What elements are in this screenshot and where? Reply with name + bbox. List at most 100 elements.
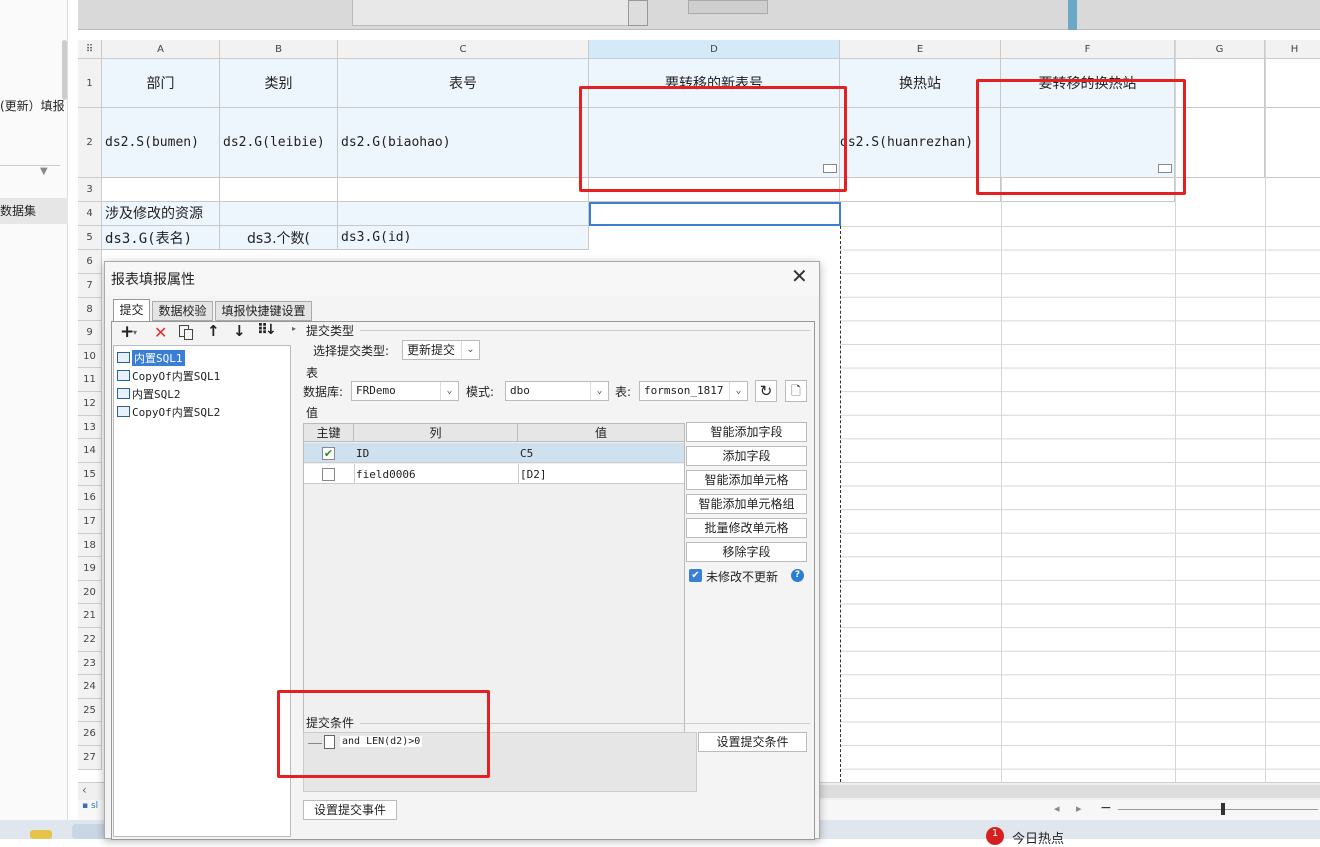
schema-select[interactable]: dbo ⌄	[505, 381, 609, 401]
chevron-down-icon[interactable]: ▼	[40, 166, 48, 177]
chevron-down-icon[interactable]: ▾	[133, 328, 137, 337]
cell-b3[interactable]	[220, 178, 338, 202]
move-down-icon[interactable]: ↓	[233, 322, 246, 340]
tree-item[interactable]: CopyOf内置SQL2	[116, 403, 292, 420]
prev-sheet-icon[interactable]: ◂	[1054, 802, 1060, 815]
row-header[interactable]: 7	[78, 274, 102, 298]
toolbar-control[interactable]	[688, 0, 768, 14]
zoom-slider-thumb[interactable]	[1221, 803, 1225, 815]
cell-c5[interactable]: ds3.G(id)	[338, 226, 589, 250]
sheet-tab-icon[interactable]: ▪ sl	[82, 801, 98, 811]
tree-item[interactable]: CopyOf内置SQL1	[116, 367, 292, 384]
add-field-button[interactable]: 添加字段	[686, 446, 807, 466]
next-sheet-icon[interactable]: ▸	[1076, 802, 1082, 815]
cell-b4[interactable]	[220, 202, 338, 226]
refresh-icon[interactable]: ↻	[755, 380, 777, 402]
cell-h2[interactable]	[1265, 108, 1320, 178]
col-header-d[interactable]: D	[589, 40, 840, 59]
row-header[interactable]: 3	[78, 178, 102, 202]
cell-a1[interactable]: 部门	[102, 59, 220, 108]
cell-c3[interactable]	[338, 178, 589, 202]
tree-item[interactable]: 内置SQL1	[116, 349, 292, 366]
set-submit-condition-button[interactable]: 设置提交条件	[698, 732, 807, 752]
row-header[interactable]: 12	[78, 392, 102, 416]
row-header[interactable]: 13	[78, 415, 102, 440]
row-header[interactable]: 25	[78, 698, 102, 723]
row-header[interactable]: 24	[78, 675, 102, 699]
smart-add-cell-button[interactable]: 智能添加单元格	[686, 470, 807, 490]
folder-icon[interactable]	[30, 830, 52, 839]
col-header-e[interactable]: E	[840, 40, 1001, 59]
row-header[interactable]: 17	[78, 510, 102, 534]
sort-icon[interactable]: ⠿↓	[257, 322, 277, 338]
move-up-icon[interactable]: ↑	[207, 322, 220, 340]
row-header[interactable]: 11	[78, 368, 102, 392]
col-header-h[interactable]: H	[1265, 40, 1320, 59]
submit-type-select[interactable]: 更新提交 ⌄	[402, 340, 480, 360]
row-header[interactable]: 15	[78, 462, 102, 487]
cell-b5[interactable]: ds3.个数(	[220, 226, 338, 250]
news-label[interactable]: 今日热点	[1012, 828, 1064, 847]
row-header[interactable]: 16	[78, 486, 102, 510]
row-header[interactable]: 1	[78, 59, 102, 108]
corner-select-all[interactable]: ⠿	[78, 40, 102, 59]
left-panel-item[interactable]: (更新）填报	[0, 97, 65, 114]
zoom-slider[interactable]	[1118, 809, 1318, 810]
cell-c2[interactable]: ds2.G(biaohao)	[338, 108, 589, 178]
col-header-a[interactable]: A	[102, 40, 220, 59]
key-checkbox[interactable]	[322, 468, 335, 481]
delete-icon[interactable]: ✕	[154, 323, 167, 342]
table-row[interactable]: field0006 [D2]	[304, 464, 684, 484]
set-submit-event-button[interactable]: 设置提交事件	[303, 800, 397, 820]
row-header[interactable]: 2	[78, 108, 102, 178]
row-header[interactable]: 18	[78, 533, 102, 558]
table-row[interactable]: ✔ ID C5	[304, 443, 684, 463]
toolbar-handle[interactable]	[628, 0, 648, 26]
cell-a3[interactable]	[102, 178, 220, 202]
close-icon[interactable]: ✕	[791, 264, 808, 288]
row-header[interactable]: 5	[78, 226, 102, 250]
table-select[interactable]: formson_1817 ⌄	[639, 381, 748, 401]
col-header-f[interactable]: F	[1001, 40, 1175, 59]
cell-a4[interactable]: 涉及修改的资源	[102, 202, 220, 226]
cell-b2[interactable]: ds2.G(leibie)	[220, 108, 338, 178]
row-header[interactable]: 20	[78, 580, 102, 605]
key-checkbox[interactable]: ✔	[322, 447, 335, 460]
left-panel-item-dataset[interactable]: 数据集	[0, 198, 68, 224]
cell-g1[interactable]	[1175, 59, 1265, 108]
splitter-arrow-icon[interactable]: ▸	[292, 324, 296, 333]
row-header[interactable]: 9	[78, 321, 102, 345]
remove-field-button[interactable]: 移除字段	[686, 542, 807, 562]
tab-submit[interactable]: 提交	[113, 299, 150, 321]
no-update-checkbox[interactable]: ✔	[689, 569, 702, 582]
tab-shortcut-settings[interactable]: 填报快捷键设置	[215, 301, 312, 321]
row-header[interactable]: 26	[78, 722, 102, 746]
row-header[interactable]: 14	[78, 439, 102, 463]
cell-h1[interactable]	[1265, 59, 1320, 108]
zoom-out-icon[interactable]: −	[1100, 800, 1112, 816]
cell-d4-selected[interactable]	[589, 202, 841, 226]
row-header[interactable]: 8	[78, 297, 102, 322]
smart-add-cell-group-button[interactable]: 智能添加单元格组	[686, 494, 807, 514]
cell-g2[interactable]	[1175, 108, 1265, 178]
row-header[interactable]: 22	[78, 628, 102, 652]
cell-c4[interactable]	[338, 202, 589, 226]
scrollbar-thumb[interactable]	[820, 785, 1320, 798]
col-header-c[interactable]: C	[338, 40, 589, 59]
batch-modify-cells-button[interactable]: 批量修改单元格	[686, 518, 807, 538]
smart-add-field-button[interactable]: 智能添加字段	[686, 422, 807, 442]
col-header-g[interactable]: G	[1175, 40, 1265, 59]
notification-badge[interactable]: 1	[986, 827, 1004, 845]
preview-icon[interactable]: 🗋	[785, 380, 807, 402]
row-header[interactable]: 10	[78, 344, 102, 369]
cell-b1[interactable]: 类别	[220, 59, 338, 108]
help-icon[interactable]: ?	[791, 569, 804, 582]
col-header-b[interactable]: B	[220, 40, 338, 59]
row-header[interactable]: 4	[78, 202, 102, 226]
row-header[interactable]: 27	[78, 746, 102, 770]
cell-a2[interactable]: ds2.S(bumen)	[102, 108, 220, 178]
row-header[interactable]: 19	[78, 557, 102, 581]
tab-data-validation[interactable]: 数据校验	[152, 301, 213, 321]
db-select[interactable]: FRDemo ⌄	[351, 381, 459, 401]
row-header[interactable]: 23	[78, 651, 102, 676]
